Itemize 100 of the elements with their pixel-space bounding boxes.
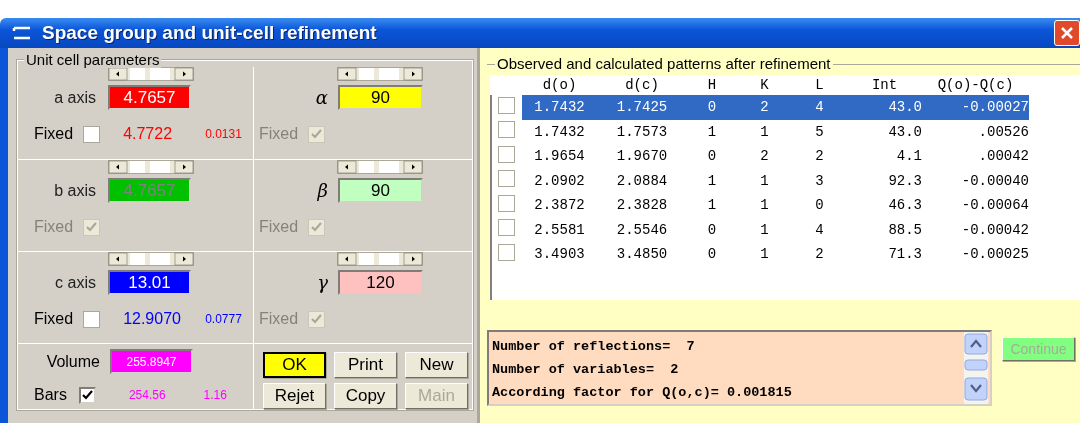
column-header: Int xyxy=(870,77,899,93)
scrollbar[interactable] xyxy=(337,252,423,266)
checkbox[interactable] xyxy=(498,121,515,139)
table-cell-text: 1.7425 xyxy=(615,99,669,116)
table-cell-text: 1.7432 xyxy=(533,99,586,116)
vertical-scrollbar[interactable] xyxy=(964,332,988,404)
table-cell-text: 1 xyxy=(759,221,770,238)
table-cell-text: 2 xyxy=(759,99,770,116)
axis-label: a axis xyxy=(53,88,96,107)
table-cell-text: -0.00042 xyxy=(960,221,1029,238)
table-row[interactable]: 2.0902 2.0884 1 1 3 92.3 -0.00040 xyxy=(522,168,1029,193)
close-button[interactable] xyxy=(1054,20,1080,46)
bars-error-value: 1.16 xyxy=(203,388,227,402)
bars-value: 254.56 xyxy=(128,388,166,402)
refined-value: 12.9070 xyxy=(123,310,182,328)
table-cell-text: 46.3 xyxy=(887,197,922,214)
table-cell-text: 92.3 xyxy=(887,172,922,189)
checkbox[interactable] xyxy=(498,219,515,237)
scrollbar[interactable] xyxy=(337,67,423,81)
volume-label: Volume xyxy=(45,352,100,371)
table-cell-text: -0.00040 xyxy=(960,172,1029,189)
dialog-button[interactable]: Copy xyxy=(334,383,397,409)
table-cell-text: 71.3 xyxy=(887,246,922,263)
table-cell-text: 0 xyxy=(706,221,718,238)
scrollbar[interactable] xyxy=(108,160,194,174)
column-header: Q(o)-Q(c) xyxy=(936,77,1015,93)
table-cell-text: 1 xyxy=(759,246,770,263)
scrollbar[interactable] xyxy=(337,160,423,174)
checkbox[interactable] xyxy=(308,218,326,236)
table-cell-text: 1 xyxy=(706,197,718,214)
checkbox[interactable] xyxy=(78,386,96,404)
axis-value-field[interactable]: 13.01 xyxy=(108,270,191,295)
table-cell-text: 2.3828 xyxy=(615,197,669,214)
table-cell-text: -0.00064 xyxy=(960,197,1029,214)
table-row[interactable]: 2.3872 2.3828 1 1 0 46.3 -0.00064 xyxy=(522,193,1029,218)
table-cell-text: 88.5 xyxy=(887,221,922,238)
angle-value-field[interactable]: 90 xyxy=(338,85,423,110)
table-cell-text: 43.0 xyxy=(887,99,922,116)
dialog-button[interactable]: Print xyxy=(334,352,397,378)
table-cell-text: -0.00027 xyxy=(960,99,1029,116)
table-cell-text: 1 xyxy=(706,172,718,189)
group-title: Unit cell parameters xyxy=(24,51,162,68)
scrollbar[interactable] xyxy=(108,252,194,266)
table-cell-text: 2.0902 xyxy=(533,172,586,189)
table-cell-text: 1.7432 xyxy=(533,123,586,140)
table-cell-text: -0.00025 xyxy=(960,246,1029,263)
table-cell-text: 2 xyxy=(759,148,770,165)
checkbox[interactable] xyxy=(498,194,515,212)
table-row[interactable]: 2.5581 2.5546 0 1 4 88.5 -0.00042 xyxy=(522,217,1029,242)
table-cell-text: 2.0884 xyxy=(615,172,669,189)
group-title: Observed and calculated patterns after refinement xyxy=(495,55,833,72)
axis-label: b axis xyxy=(53,181,96,200)
table-cell-text: .00042 xyxy=(977,148,1029,165)
table-cell-text: 2 xyxy=(814,148,825,165)
table-cell-text: 1 xyxy=(759,123,770,140)
dialog-button[interactable]: New xyxy=(405,352,468,378)
fixed-label: Fixed xyxy=(259,218,299,236)
table-row[interactable]: 1.7432 1.7573 1 1 5 43.0 .00526 xyxy=(522,119,1029,144)
angle-value-field[interactable]: 90 xyxy=(338,178,423,203)
dialog-button[interactable]: OK xyxy=(263,352,326,378)
axis-label: c axis xyxy=(54,273,96,292)
fixed-label: Fixed xyxy=(34,125,74,143)
angle-symbol: β xyxy=(316,180,328,201)
column-header: K xyxy=(759,77,770,93)
table-cell-text: 4.1 xyxy=(895,148,922,165)
angle-value-field[interactable]: 120 xyxy=(338,270,423,295)
close-icon xyxy=(1060,26,1074,40)
table-cell-text: 0 xyxy=(706,99,718,116)
checkbox[interactable] xyxy=(498,243,515,261)
fixed-label: Fixed xyxy=(259,125,299,143)
table-cell-text: 1.9654 xyxy=(533,148,586,165)
dialog-button[interactable]: Rejet xyxy=(263,383,326,409)
table-cell-text: 3.4850 xyxy=(615,246,669,263)
checkbox[interactable] xyxy=(83,125,101,143)
fixed-label: Fixed xyxy=(34,310,74,328)
log-line: Number of reflections= 7 xyxy=(492,338,696,356)
table-cell-text: .00526 xyxy=(977,123,1029,140)
table-cell-text: 43.0 xyxy=(887,123,922,140)
checkbox[interactable] xyxy=(83,218,101,236)
column-header: H xyxy=(706,77,718,93)
table-row[interactable]: 3.4903 3.4850 0 1 2 71.3 -0.00025 xyxy=(522,242,1029,267)
scrollbar[interactable] xyxy=(108,67,194,81)
table-cell-text: 1.9670 xyxy=(615,148,669,165)
table-cell-text: 1.7573 xyxy=(615,123,669,140)
window-title: Space group and unit-cell refinement xyxy=(42,22,377,44)
table-row[interactable]: 1.7432 1.7425 0 2 4 43.0 -0.00027 xyxy=(522,95,1029,120)
table-row[interactable]: 1.9654 1.9670 0 2 2 4.1 .00042 xyxy=(522,144,1029,169)
checkbox[interactable] xyxy=(498,145,515,163)
window-menu-icon[interactable] xyxy=(12,25,32,41)
checkbox[interactable] xyxy=(498,96,515,114)
log-line: Number of variables= 2 xyxy=(492,361,680,379)
axis-value-field[interactable]: 4.7657 xyxy=(108,85,191,110)
column-header: d(o) xyxy=(541,77,578,93)
table-cell-text: 1 xyxy=(706,123,718,140)
checkbox[interactable] xyxy=(308,310,326,328)
table-cell-text: 0 xyxy=(814,197,825,214)
checkbox[interactable] xyxy=(308,125,326,143)
checkbox[interactable] xyxy=(83,310,101,328)
table-cell-text: 5 xyxy=(814,123,825,140)
checkbox[interactable] xyxy=(498,170,515,188)
